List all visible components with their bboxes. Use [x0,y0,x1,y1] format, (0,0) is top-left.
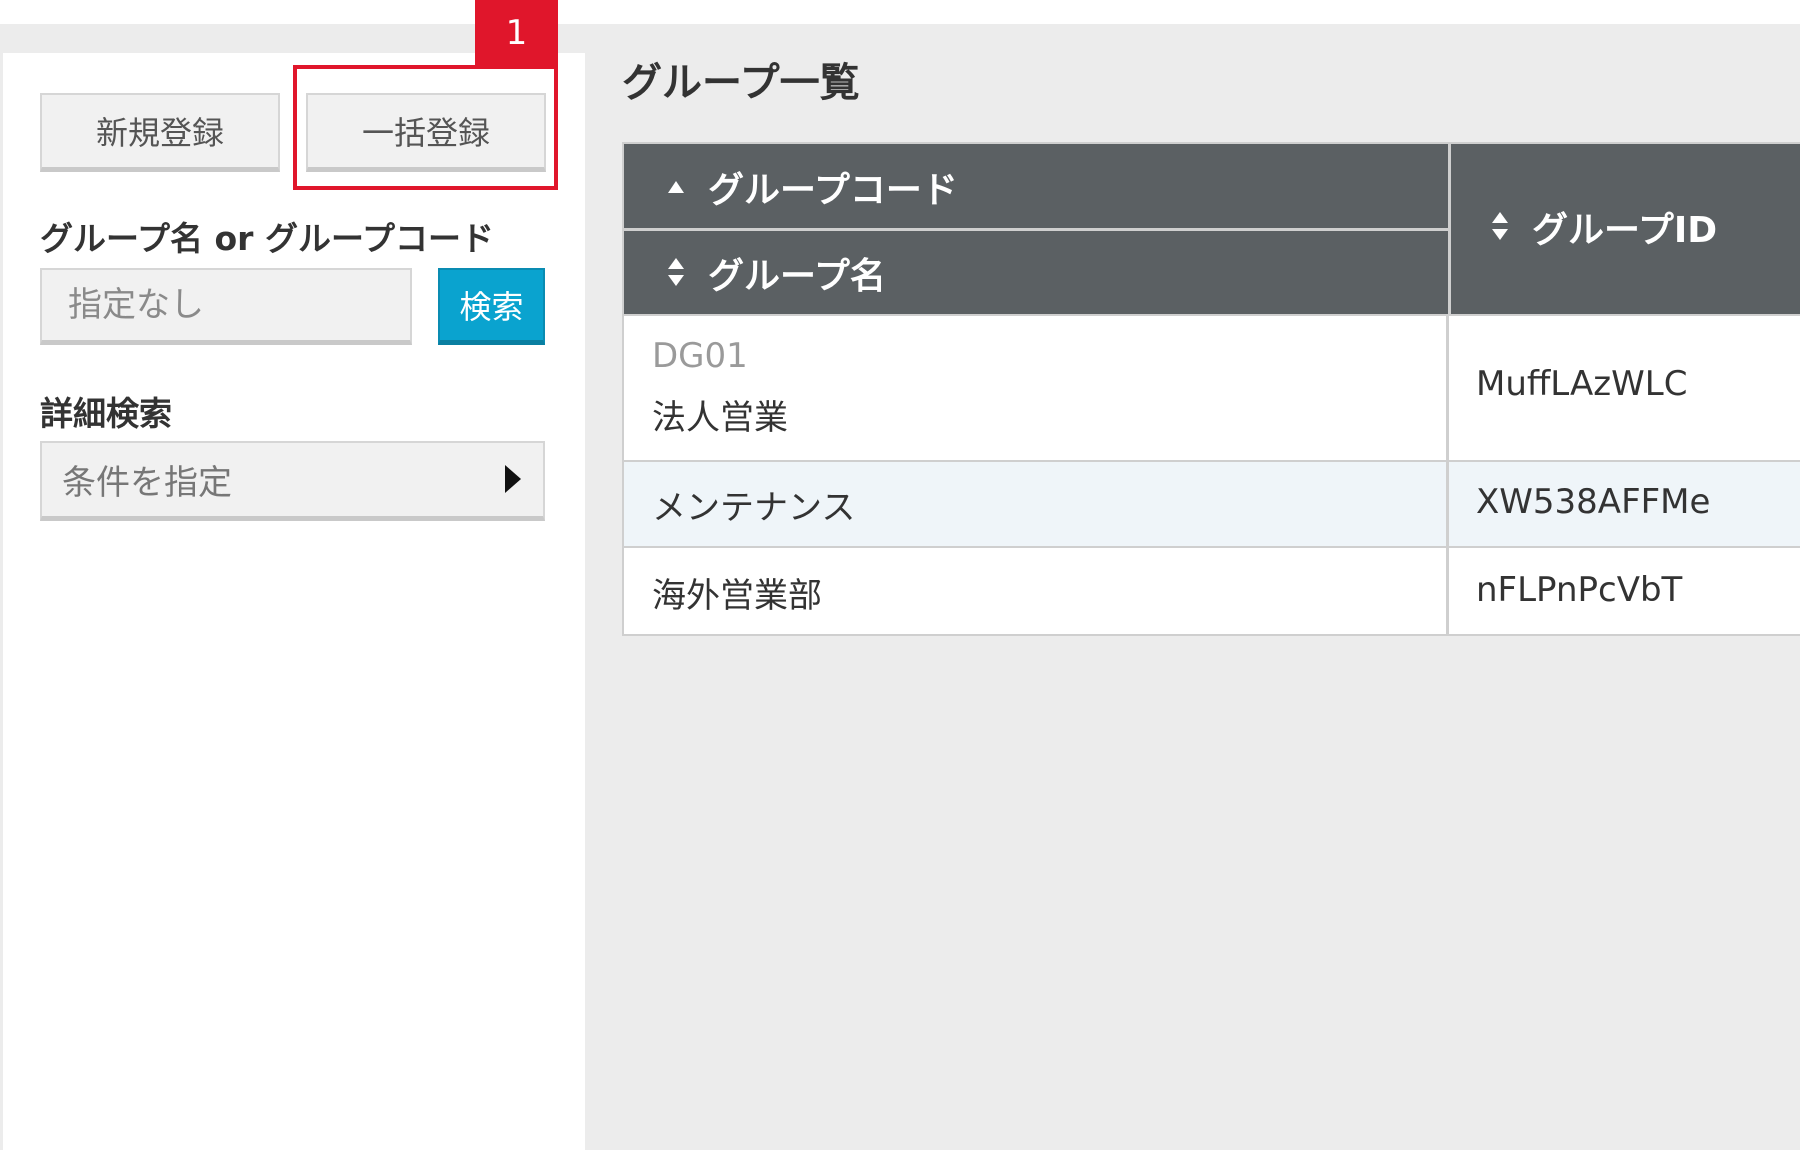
sort-ascending-icon [666,178,686,196]
column-header-label: グループコード [708,170,958,211]
search-button[interactable]: 検索 [438,268,545,345]
column-header-label: グループID [1532,210,1718,251]
table-row[interactable]: メンテナンス XW538AFFMe [622,462,1800,548]
search-label: グループ名 or グループコード [40,219,494,258]
group-name-cell: メンテナンス [652,488,856,528]
detail-search-value: 条件を指定 [62,463,232,503]
header-divider [624,228,1448,231]
page-title: グループ一覧 [622,60,860,106]
caret-right-icon [505,465,521,493]
group-code-cell: DG01 [652,336,748,376]
column-header-label: グループ名 [708,256,886,297]
cell-divider [1446,548,1449,634]
detail-search-label: 詳細検索 [40,394,172,433]
detail-search-select[interactable]: 条件を指定 [40,441,545,521]
group-id-cell: XW538AFFMe [1476,482,1711,522]
sort-icon [666,257,686,289]
group-name-cell: 法人営業 [652,398,788,438]
annotation-badge: 1 [475,0,558,66]
column-header-group-id[interactable]: グループID [1490,202,1717,252]
table-row[interactable]: 海外営業部 nFLPnPcVbT [622,548,1800,636]
annotation-highlight-box [293,65,558,190]
new-register-button[interactable]: 新規登録 [40,93,280,172]
sort-icon [1490,211,1510,243]
column-header-group-code[interactable]: グループコード [666,162,958,212]
cell-divider [1446,462,1449,546]
table-row[interactable]: DG01 法人営業 MuffLAzWLC [622,316,1800,462]
cell-divider [1446,316,1449,460]
column-header-group-name[interactable]: グループ名 [666,248,886,298]
table-header: グループコード グループ名 グループID [622,142,1800,318]
group-name-cell: 海外営業部 [652,576,822,616]
search-input[interactable] [40,268,412,345]
group-id-cell: nFLPnPcVbT [1476,570,1683,610]
top-strip [0,0,1800,24]
group-id-cell: MuffLAzWLC [1476,364,1688,404]
header-divider [1448,144,1451,318]
